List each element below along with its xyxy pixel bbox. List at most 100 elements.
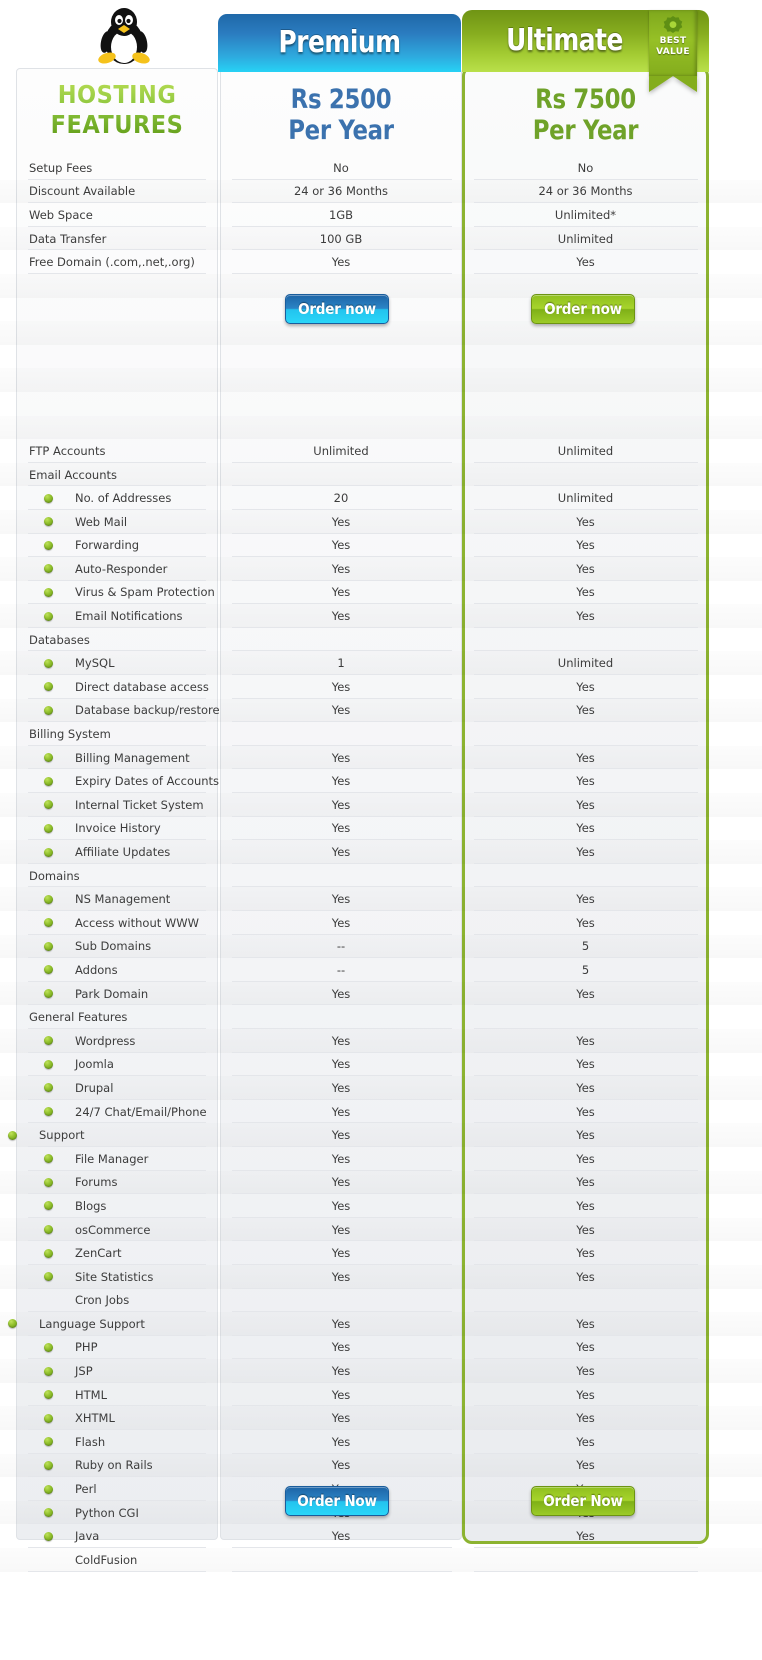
table-row: Internal Ticket System Yes Yes	[0, 793, 762, 817]
pricing-comparison-page: Premium Ultimate BEST VALUE HOSTING FEAT…	[0, 0, 762, 1660]
feature-label-cell: Auto-Responder	[44, 557, 167, 581]
bullet-icon	[8, 1130, 17, 1140]
plan-tab-ultimate[interactable]: Ultimate BEST VALUE	[462, 10, 709, 92]
bullet-icon	[8, 1319, 17, 1329]
order-now-button-premium-bottom[interactable]: Order Now	[285, 1486, 389, 1516]
table-row: Drupal Yes Yes	[0, 1076, 762, 1100]
table-row	[0, 345, 762, 369]
feature-label-cell: Virus & Spam Protection	[44, 581, 215, 605]
table-row: File Manager Yes Yes	[0, 1147, 762, 1171]
feature-label-cell: Site Statistics	[44, 1265, 153, 1289]
feature-label: XHTML	[75, 1411, 115, 1426]
premium-value-cell: Yes	[331, 1128, 351, 1143]
bullet-icon	[44, 1342, 53, 1352]
ultimate-value-cell	[462, 392, 709, 416]
order-now-ultimate-top-label: Order now	[544, 300, 622, 318]
premium-value-cell: Yes	[331, 1104, 351, 1119]
ultimate-value-cell: Yes	[576, 1175, 595, 1190]
premium-value-cell: 1	[337, 656, 345, 671]
premium-value-cell: Yes	[331, 1316, 351, 1331]
premium-value-cell: Unlimited	[313, 443, 369, 458]
feature-label: Cron Jobs	[75, 1293, 130, 1308]
feature-label: Blogs	[75, 1198, 107, 1213]
feature-label: Internal Ticket System	[75, 797, 204, 812]
bullet-icon	[44, 1201, 53, 1211]
order-now-button-ultimate-bottom[interactable]: Order Now	[531, 1486, 635, 1516]
bullet-icon	[44, 1248, 53, 1258]
feature-label: Email Accounts	[29, 467, 117, 482]
feature-label-cell: Billing Management	[44, 746, 190, 770]
bullet-icon	[44, 587, 53, 597]
table-row: Support Yes Yes	[0, 1123, 762, 1147]
plan-tab-premium[interactable]: Premium	[218, 14, 461, 72]
premium-value-cell: Yes	[331, 1387, 351, 1402]
premium-value-cell	[220, 463, 462, 487]
feature-label: Billing Management	[75, 750, 190, 765]
ultimate-value-cell	[462, 463, 709, 487]
bullet-icon	[44, 1531, 53, 1541]
feature-label-cell: JSP	[44, 1359, 93, 1383]
table-row: Virus & Spam Protection Yes Yes	[0, 581, 762, 605]
premium-value-cell	[220, 392, 462, 416]
ultimate-value-cell: Yes	[576, 892, 595, 907]
premium-value-cell: Yes	[331, 1340, 351, 1355]
best-value-ribbon: BEST VALUE	[649, 10, 697, 92]
ultimate-value-cell: Yes	[576, 1198, 595, 1213]
ultimate-value-cell: Yes	[576, 774, 595, 789]
table-row: Affiliate Updates Yes Yes	[0, 840, 762, 864]
plan-tab-premium-label: Premium	[278, 25, 401, 60]
bullet-placeholder-icon	[44, 1296, 53, 1305]
feature-label-cell: Free Domain (.com,.net,.org)	[29, 250, 195, 274]
features-heading-line-2: FEATURES	[50, 110, 184, 139]
feature-label-cell: Flash	[44, 1430, 105, 1454]
feature-label: Park Domain	[75, 986, 149, 1001]
premium-value-cell: Yes	[331, 585, 351, 600]
premium-price: Rs 2500 Per Year	[227, 84, 454, 146]
table-row: JSP Yes Yes	[0, 1359, 762, 1383]
ultimate-value-cell	[462, 321, 709, 345]
feature-label-cell: No. of Addresses	[44, 486, 171, 510]
premium-value-cell	[220, 416, 462, 440]
order-now-button-premium-top[interactable]: Order now	[285, 294, 389, 324]
premium-value-cell: Yes	[331, 679, 351, 694]
premium-value-cell: Yes	[331, 1246, 351, 1261]
features-heading-line-1: HOSTING	[57, 80, 177, 109]
ultimate-value-cell: Yes	[576, 1128, 595, 1143]
feature-label-cell: File Manager	[44, 1147, 148, 1171]
table-row: MySQL 1 Unlimited	[0, 651, 762, 676]
table-row	[0, 392, 762, 416]
feature-label: HTML	[75, 1387, 108, 1402]
order-now-button-ultimate-top[interactable]: Order now	[531, 294, 635, 324]
feature-label-cell: Invoice History	[44, 817, 161, 841]
bullet-placeholder-icon	[44, 1555, 53, 1564]
order-now-premium-top-label: Order now	[298, 300, 376, 318]
premium-value-cell: --	[336, 962, 346, 977]
table-row: Email Accounts	[0, 462, 762, 487]
table-row: Joomla Yes Yes	[0, 1053, 762, 1077]
ultimate-value-cell: Unlimited	[557, 491, 614, 506]
table-row: Invoice History Yes Yes	[0, 817, 762, 841]
table-row: Setup Fees No No	[0, 156, 762, 180]
feature-label-cell: Affiliate Updates	[44, 840, 170, 864]
ultimate-price-period: Per Year	[532, 115, 639, 146]
feature-label: 24/7 Chat/Email/Phone	[75, 1104, 207, 1119]
premium-value-cell: Yes	[331, 1222, 351, 1237]
ultimate-value-cell: Yes	[576, 845, 595, 860]
bullet-icon	[44, 540, 53, 550]
premium-value-cell: Yes	[331, 750, 351, 765]
feature-label-cell: MySQL	[44, 651, 115, 675]
feature-label: Domains	[29, 868, 80, 883]
bullet-icon	[44, 1272, 53, 1282]
ultimate-value-cell	[462, 1005, 709, 1029]
ultimate-value-cell: Yes	[576, 255, 595, 270]
feature-label: Database backup/restore	[75, 703, 220, 718]
feature-label-cell: Forwarding	[44, 534, 139, 558]
feature-label: JSP	[75, 1364, 93, 1379]
table-row: Auto-Responder Yes Yes	[0, 557, 762, 581]
order-now-ultimate-bottom-label: Order Now	[543, 1492, 623, 1510]
ultimate-value-cell	[462, 628, 709, 652]
feature-label: Joomla	[75, 1057, 114, 1072]
table-row: Access without WWW Yes Yes	[0, 911, 762, 935]
feature-label-cell: Forums	[44, 1171, 117, 1195]
table-row: ColdFusion	[0, 1548, 762, 1572]
